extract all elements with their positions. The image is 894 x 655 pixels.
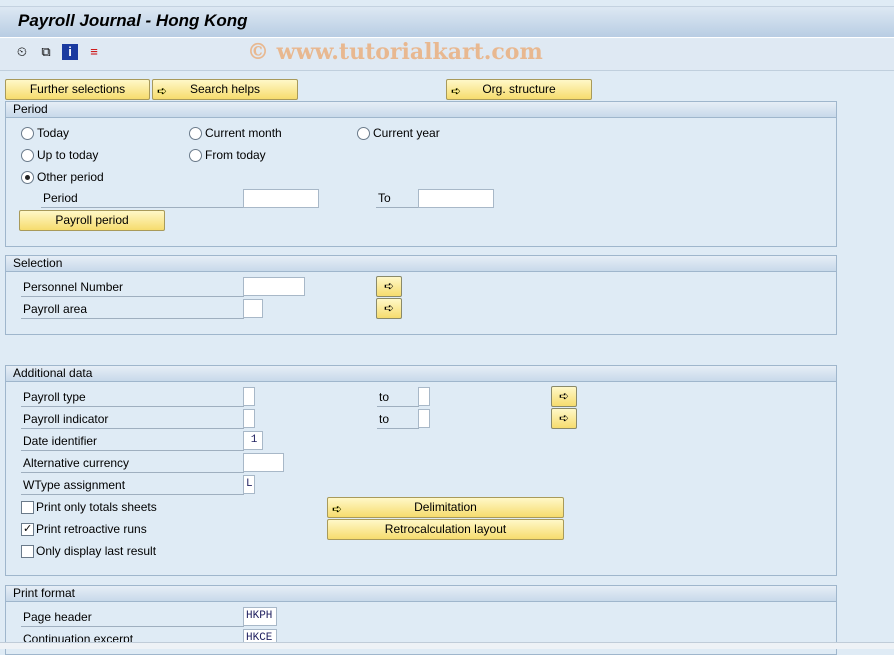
to-label: to: [377, 387, 419, 407]
payroll-indicator-label: Payroll indicator: [21, 409, 244, 429]
multiple-selection-button[interactable]: ➪: [376, 298, 402, 319]
payroll-period-button[interactable]: Payroll period: [19, 210, 165, 231]
period-label: Period: [41, 188, 244, 208]
page-title: Payroll Journal - Hong Kong: [18, 11, 248, 30]
group-title: Additional data: [6, 366, 836, 382]
payroll-type-label: Payroll type: [21, 387, 244, 407]
radio-other-period[interactable]: Other period: [21, 168, 104, 186]
wtype-assignment-label: WType assignment: [21, 475, 244, 495]
radio-up-to-today[interactable]: Up to today: [21, 146, 98, 164]
personnel-number-label: Personnel Number: [21, 277, 244, 297]
personnel-number-input[interactable]: [243, 277, 305, 296]
search-helps-button[interactable]: ➪ Search helps: [152, 79, 298, 100]
multiple-selection-button[interactable]: ➪: [376, 276, 402, 297]
radio-current-month[interactable]: Current month: [189, 124, 282, 142]
payroll-indicator-to-input[interactable]: [418, 409, 430, 428]
radio-today[interactable]: Today: [21, 124, 69, 142]
watermark: © www.tutorialkart.com: [247, 39, 543, 65]
execute-icon[interactable]: ⏲: [14, 44, 30, 60]
print-totals-checkbox[interactable]: Print only totals sheets: [21, 498, 157, 516]
period-to-input[interactable]: [418, 189, 494, 208]
retrocalculation-layout-button[interactable]: Retrocalculation layout: [327, 519, 564, 540]
group-title: Print format: [6, 586, 836, 602]
to-label: to: [377, 409, 419, 429]
last-result-checkbox[interactable]: Only display last result: [21, 542, 156, 560]
payroll-indicator-input[interactable]: [243, 409, 255, 428]
arrow-right-icon: ➪: [451, 84, 462, 98]
button-label: Further selections: [29, 82, 126, 96]
application-toolbar: ⏲ ⧉ i ≡ © www.tutorialkart.com: [0, 39, 894, 71]
page-header-input[interactable]: HKPH: [243, 607, 277, 626]
payroll-area-input[interactable]: [243, 299, 263, 318]
radio-current-year[interactable]: Current year: [357, 124, 440, 142]
multiple-selection-button[interactable]: ➪: [551, 386, 577, 407]
info-icon[interactable]: i: [62, 44, 78, 60]
additional-data-group: Additional data Payroll type to ➪ Payrol…: [5, 365, 837, 576]
page-header-label: Page header: [21, 607, 244, 627]
arrow-right-icon: ➪: [332, 502, 343, 516]
arrow-right-icon: ➪: [157, 84, 168, 98]
alternative-currency-label: Alternative currency: [21, 453, 244, 473]
period-from-input[interactable]: [243, 189, 319, 208]
further-selections-button[interactable]: Further selections: [5, 79, 150, 100]
payroll-type-to-input[interactable]: [418, 387, 430, 406]
payroll-area-label: Payroll area: [21, 299, 244, 319]
wtype-assignment-input[interactable]: L: [243, 475, 255, 494]
status-bar: [0, 642, 894, 649]
date-identifier-label: Date identifier: [21, 431, 244, 451]
date-identifier-input[interactable]: 1: [243, 431, 263, 450]
radio-from-today[interactable]: From today: [189, 146, 266, 164]
variant-icon[interactable]: ⧉: [38, 44, 54, 60]
group-title: Period: [6, 102, 836, 118]
button-label: Search helps: [189, 82, 261, 96]
group-title: Selection: [6, 256, 836, 272]
selection-options-icon[interactable]: ≡: [86, 44, 102, 60]
payroll-type-input[interactable]: [243, 387, 255, 406]
button-label: Org. structure: [482, 82, 556, 96]
org-structure-button[interactable]: ➪ Org. structure: [446, 79, 592, 100]
multiple-selection-button[interactable]: ➪: [551, 408, 577, 429]
print-retro-checkbox[interactable]: Print retroactive runs: [21, 520, 147, 538]
selection-group: Selection Personnel Number ➪ Payroll are…: [5, 255, 837, 335]
alternative-currency-input[interactable]: [243, 453, 284, 472]
title-bar: Payroll Journal - Hong Kong: [0, 6, 894, 38]
period-group: Period Today Current month Current year …: [5, 101, 837, 247]
to-label: To: [376, 188, 419, 208]
delimitation-button[interactable]: ➪ Delimitation: [327, 497, 564, 518]
